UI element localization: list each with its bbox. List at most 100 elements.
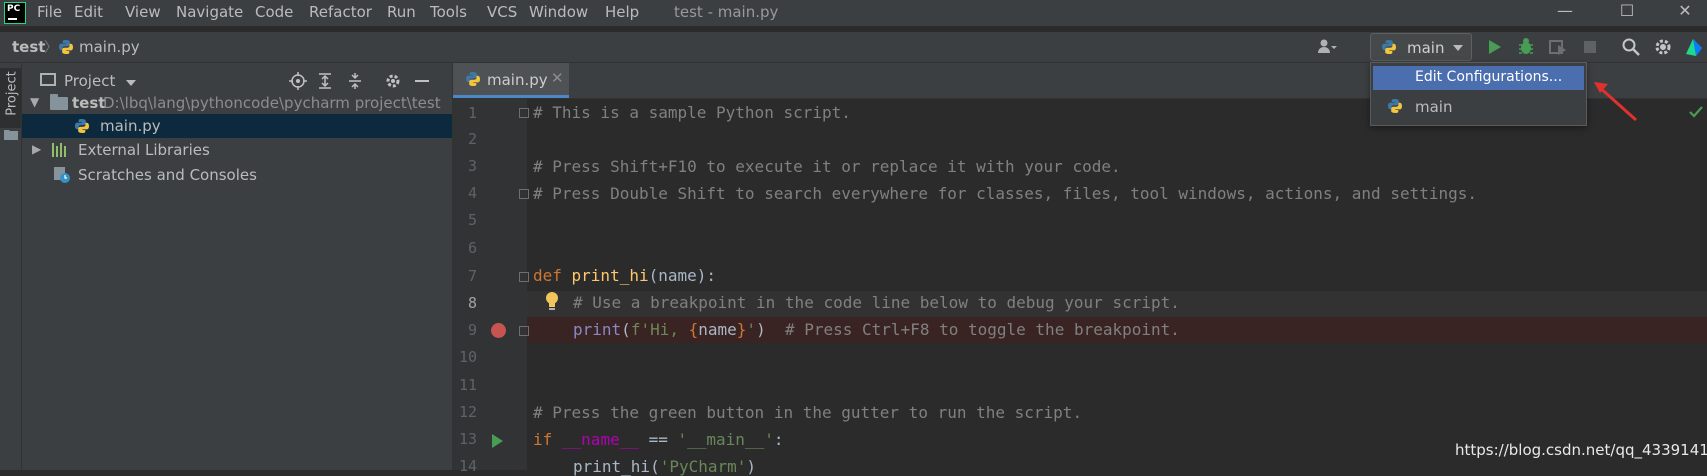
code-text: name: [698, 320, 737, 339]
run-icon[interactable]: [1483, 36, 1505, 58]
folder-icon[interactable]: [4, 128, 18, 140]
project-view-icon: [40, 73, 56, 86]
code-text: ): [746, 457, 757, 476]
fold-marker-icon[interactable]: [519, 326, 529, 336]
jetbrains-toolbox-icon[interactable]: [1683, 36, 1705, 58]
code-comment: # This is a sample Python script.: [533, 103, 851, 122]
line-number: 1: [467, 104, 477, 122]
run-config-dropdown: Edit Configurations... main: [1370, 62, 1587, 126]
gear-icon[interactable]: [1652, 36, 1674, 58]
inspection-ok-icon[interactable]: [1689, 106, 1703, 118]
fold-marker-icon[interactable]: [519, 189, 529, 199]
menu-run[interactable]: Run: [387, 3, 416, 21]
chevron-down-icon[interactable]: [126, 80, 136, 86]
line-number: 4: [467, 184, 477, 202]
tree-item-path: D:\lbq\lang\pythoncode\pycharm project\t…: [103, 94, 441, 112]
minimize-button[interactable]: —: [1545, 0, 1585, 24]
code-line-3: # Press Shift+F10 to execute it or repla…: [533, 157, 1121, 176]
code-line-8: # Use a breakpoint in the code line belo…: [573, 293, 1180, 312]
python-icon: [1388, 99, 1402, 113]
menu-tools[interactable]: Tools: [430, 3, 467, 21]
tree-item-label: Scratches and Consoles: [78, 166, 257, 184]
gear-icon[interactable]: [384, 72, 402, 90]
code-comment: # Press the green button in the gutter t…: [533, 403, 1083, 422]
locate-file-icon[interactable]: [289, 72, 307, 90]
tab-label: main.py: [487, 71, 548, 89]
menu-vcs[interactable]: VCS: [487, 3, 517, 21]
menu-navigate[interactable]: Navigate: [176, 3, 243, 21]
tree-item-scratches[interactable]: Scratches and Consoles: [22, 163, 452, 187]
menu-code[interactable]: Code: [255, 3, 293, 21]
menu-refactor[interactable]: Refactor: [309, 3, 372, 21]
code-brace: {: [688, 320, 699, 339]
code-comment: # Press Shift+F10 to execute it or repla…: [533, 157, 1121, 176]
maximize-button[interactable]: ☐: [1607, 0, 1647, 24]
code-builtin: print: [573, 320, 622, 339]
code-string: ': [746, 320, 757, 339]
chevron-down-icon: [1453, 45, 1463, 51]
fold-marker-icon[interactable]: [519, 272, 529, 282]
line-number: 2: [467, 130, 477, 148]
code-text: (: [650, 457, 660, 476]
close-window-button[interactable]: ✕: [1665, 0, 1705, 24]
menu-window[interactable]: Window: [529, 3, 588, 21]
window-title: test - main.py: [674, 3, 779, 21]
breadcrumb-file[interactable]: main.py: [79, 38, 140, 56]
run-config-main-item[interactable]: main: [1373, 93, 1584, 121]
code-string: '__main__': [677, 430, 774, 449]
search-icon[interactable]: [1620, 36, 1642, 58]
code-text: (: [621, 320, 631, 339]
chevron-down-icon[interactable]: ▼: [30, 95, 39, 109]
expand-all-icon[interactable]: [316, 72, 334, 90]
run-config-selector[interactable]: main: [1370, 33, 1472, 61]
tree-item-main-py[interactable]: main.py: [22, 114, 452, 138]
run-gutter-icon[interactable]: [492, 434, 503, 448]
tab-main-py[interactable]: main.py ✕: [453, 63, 569, 98]
tree-item-external-libraries[interactable]: ▶ External Libraries: [22, 138, 452, 162]
line-number: 5: [467, 211, 477, 229]
breadcrumb-project[interactable]: test: [12, 38, 45, 56]
title-bar: PC File Edit View Navigate Code Refactor…: [0, 0, 1707, 26]
run-with-coverage-icon[interactable]: [1547, 36, 1569, 58]
library-icon: [52, 143, 70, 157]
code-comment: # Use a breakpoint in the code line belo…: [573, 293, 1180, 312]
lightbulb-icon[interactable]: [545, 291, 559, 311]
code-line-9: print(f'Hi, {name}') # Press Ctrl+F8 to …: [573, 320, 1180, 339]
hide-panel-icon[interactable]: [413, 72, 431, 90]
code-comment: # Press Double Shift to search everywher…: [533, 184, 1478, 203]
scratches-icon: [54, 167, 70, 183]
project-panel-title[interactable]: Project: [64, 72, 115, 90]
line-number: 14: [458, 457, 477, 475]
fold-marker-icon[interactable]: [519, 108, 529, 118]
chevron-right-icon[interactable]: ▶: [32, 142, 41, 156]
annotation-arrow-icon: [1594, 82, 1638, 122]
code-line-14: print_hi('PyCharm'): [573, 457, 756, 476]
line-number: 12: [458, 403, 477, 421]
line-number: 10: [458, 348, 477, 366]
line-number: 11: [458, 376, 477, 394]
code-line-13: if __name__ == '__main__':: [533, 430, 783, 449]
python-file-icon: [59, 40, 73, 54]
edit-configurations-item[interactable]: Edit Configurations...: [1373, 66, 1584, 90]
breakpoint-icon[interactable]: [491, 323, 506, 338]
code-text: :: [773, 430, 784, 449]
close-icon[interactable]: ✕: [551, 69, 564, 87]
code-string: 'PyCharm': [659, 457, 747, 476]
code-text: ==: [638, 430, 678, 449]
user-account-icon[interactable]: [1316, 36, 1338, 58]
project-tool-window-label[interactable]: Project: [5, 71, 20, 115]
code-line-4: # Press Double Shift to search everywher…: [533, 184, 1477, 203]
folder-icon: [50, 94, 68, 110]
stop-icon[interactable]: [1579, 36, 1601, 58]
run-config-label: main: [1407, 39, 1445, 57]
menu-view[interactable]: View: [125, 3, 161, 21]
navigation-bar: test 〉 main.py main: [0, 32, 1707, 63]
tree-item-project-root[interactable]: ▼ test D:\lbq\lang\pythoncode\pycharm pr…: [22, 91, 452, 115]
watermark-text: https://blog.csdn.net/qq_43391414: [1455, 441, 1707, 459]
menu-file[interactable]: File: [37, 3, 62, 21]
menu-help[interactable]: Help: [605, 3, 639, 21]
collapse-all-icon[interactable]: [346, 72, 364, 90]
debug-icon[interactable]: [1515, 36, 1537, 58]
menu-edit[interactable]: Edit: [74, 3, 103, 21]
code-keyword: def: [533, 266, 572, 285]
